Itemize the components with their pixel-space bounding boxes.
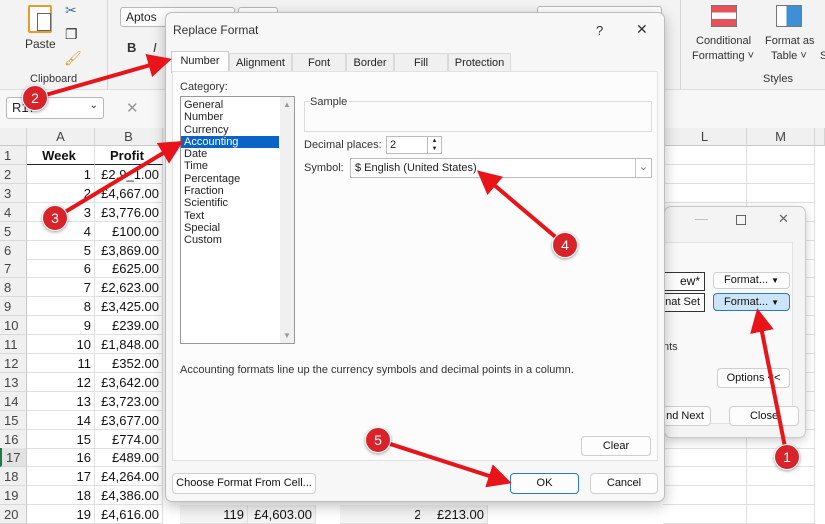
annotation-badge: 1	[774, 444, 800, 470]
annotation-layer	[34, 53, 789, 488]
annotation-arrow	[476, 170, 567, 247]
annotation-badge: 2	[22, 85, 48, 111]
annotation-badge: 4	[552, 232, 578, 258]
annotation-badge: 3	[42, 205, 68, 231]
annotation-arrow	[34, 53, 172, 100]
annotation-arrow	[377, 438, 512, 488]
annotation-badge: 5	[365, 427, 391, 453]
annotation-arrow	[750, 308, 789, 458]
annotation-arrow	[53, 140, 184, 220]
